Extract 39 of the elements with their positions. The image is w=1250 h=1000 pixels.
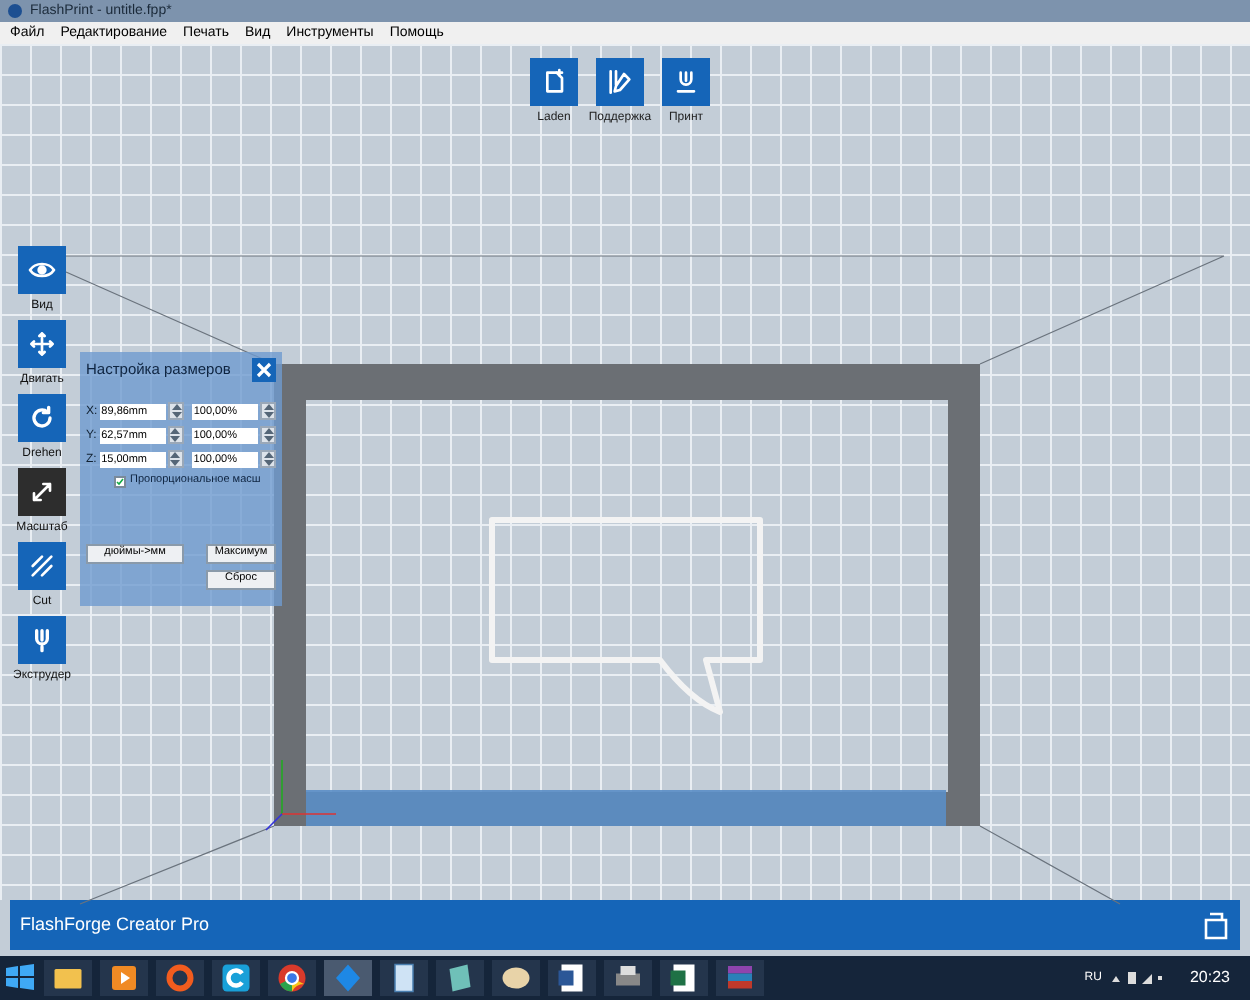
spin-arrows-icon[interactable] [168, 450, 184, 468]
play-icon[interactable] [100, 960, 148, 996]
slash-icon [26, 550, 58, 582]
tool-button[interactable] [18, 542, 66, 590]
tool-button[interactable] [18, 246, 66, 294]
word-document-icon[interactable] [548, 960, 596, 996]
spin-arrows-icon[interactable] [260, 450, 276, 468]
app-logo-icon [8, 4, 22, 18]
toolbar-button[interactable] [596, 58, 644, 106]
printer-name: FlashForge Creator Pro [20, 911, 210, 938]
check-icon [116, 478, 124, 486]
checkbox[interactable] [114, 476, 126, 488]
close-icon [256, 362, 272, 378]
tool-button[interactable] [18, 616, 66, 664]
c-letter-icon[interactable] [212, 960, 260, 996]
tray-icons[interactable] [1109, 970, 1166, 986]
folder-icon[interactable] [44, 960, 92, 996]
close-button[interactable] [252, 358, 276, 382]
spin-arrows-icon[interactable] [260, 402, 277, 420]
printer-icon[interactable] [604, 960, 652, 996]
spreadsheet-icon[interactable] [660, 960, 708, 996]
start-windows-icon[interactable] [4, 962, 36, 994]
move-arrows-icon [26, 328, 58, 360]
toolbar-button[interactable] [662, 58, 710, 106]
ring-icon[interactable] [156, 960, 204, 996]
clock: 20:23 [1189, 966, 1230, 990]
axis-icon [265, 759, 337, 831]
document-icon[interactable] [380, 960, 428, 996]
pencil-icon [604, 66, 636, 98]
toolbar-button[interactable] [530, 58, 578, 106]
spin-arrows-icon[interactable] [168, 426, 184, 444]
spin-arrows-icon[interactable] [260, 426, 276, 444]
tool-button[interactable] [18, 394, 66, 442]
rotate-icon [26, 402, 58, 434]
spin-arrows-icon[interactable] [168, 402, 184, 420]
browser-icon[interactable] [268, 960, 316, 996]
tool-button[interactable] [17, 468, 66, 516]
tool-button[interactable] [18, 320, 66, 368]
printer-icon[interactable] [1202, 911, 1230, 939]
